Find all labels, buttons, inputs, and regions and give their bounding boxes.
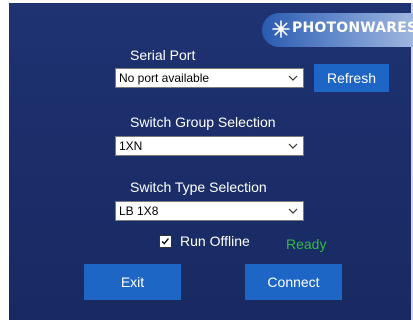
- switch-type-label: Switch Type Selection: [130, 179, 267, 195]
- serial-port-select[interactable]: No port available: [115, 68, 304, 88]
- brand-logo-text: PHOTONWARES: [292, 20, 413, 36]
- exit-button[interactable]: Exit: [84, 264, 181, 300]
- switch-group-select[interactable]: 1XN: [115, 136, 304, 156]
- chevron-down-icon: [288, 143, 298, 149]
- app-window: [9, 3, 413, 320]
- chevron-down-icon: [288, 208, 298, 214]
- switch-type-select[interactable]: LB 1X8: [115, 201, 304, 221]
- switch-group-value: 1XN: [119, 139, 143, 153]
- chevron-down-icon: [288, 75, 298, 81]
- switch-type-value: LB 1X8: [119, 204, 159, 218]
- switch-group-label: Switch Group Selection: [130, 114, 276, 130]
- connect-button[interactable]: Connect: [245, 264, 342, 300]
- status-text: Ready: [286, 236, 327, 252]
- run-offline-label: Run Offline: [180, 233, 250, 249]
- star-logo-icon: [272, 20, 290, 38]
- run-offline-checkbox[interactable]: [159, 235, 172, 248]
- refresh-button[interactable]: Refresh: [314, 64, 389, 92]
- serial-port-label: Serial Port: [130, 47, 196, 63]
- checkmark-icon: [161, 238, 169, 245]
- serial-port-value: No port available: [119, 71, 210, 85]
